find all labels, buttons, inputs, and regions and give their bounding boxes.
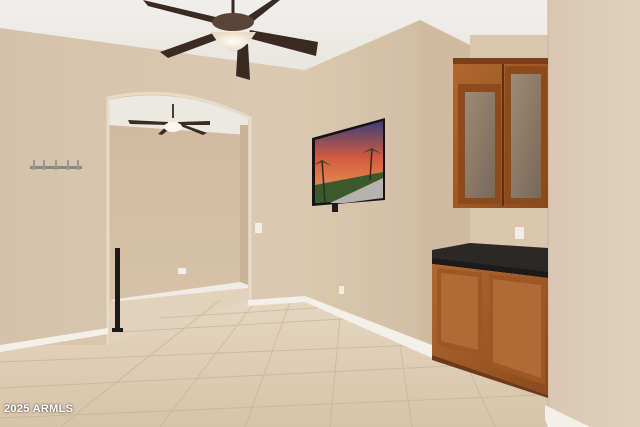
room-illustration [0,0,640,427]
watermark-text: 2025 ARMLS [4,403,74,415]
interior-room-photo: 2025 ARMLS [0,0,640,427]
upper-glass-cabinet [453,58,548,208]
outlet [515,227,524,239]
light-switch [255,223,262,233]
right-wall [548,0,640,427]
